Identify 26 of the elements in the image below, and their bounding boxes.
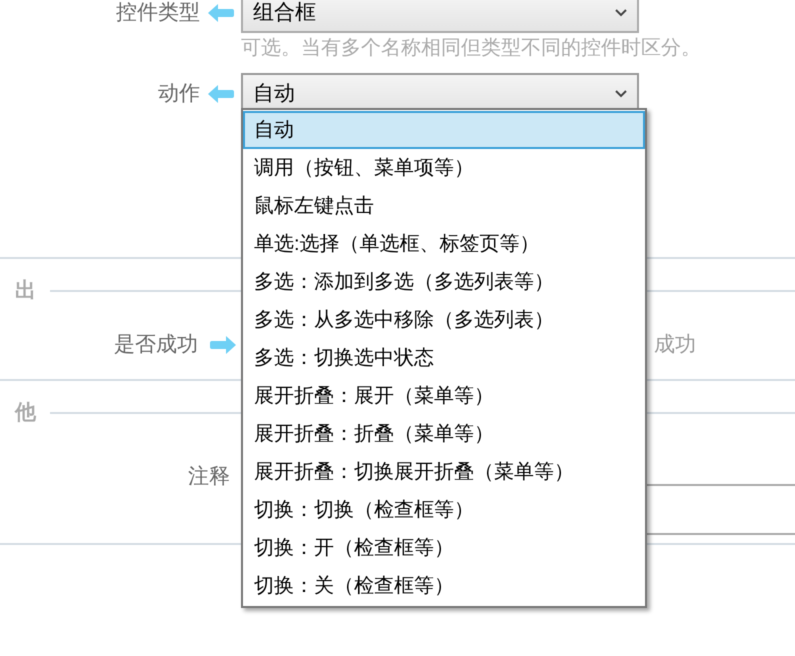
dropdown-option[interactable]: 展开折叠：折叠（菜单等） bbox=[243, 415, 645, 453]
dropdown-option[interactable]: 切换：关（检查框等） bbox=[243, 567, 645, 605]
field-label: 注释 bbox=[187, 464, 230, 490]
hint-text: 可选。当有多个名称相同但类型不同的控件时区分。 bbox=[241, 36, 702, 61]
dropdown-option[interactable]: 展开折叠：展开（菜单等） bbox=[243, 377, 645, 415]
arrow-left-icon bbox=[208, 3, 234, 23]
dropdown-option[interactable]: 调用（按钮、菜单项等） bbox=[243, 149, 645, 187]
dropdown-option[interactable]: 单选:选择（单选框、标签页等） bbox=[243, 225, 645, 263]
chevron-down-icon bbox=[615, 9, 627, 17]
field-label: 是否成功 bbox=[113, 332, 198, 358]
dropdown-option[interactable]: 多选：从多选中移除（多选列表） bbox=[243, 301, 645, 339]
field-label: 控件类型 bbox=[115, 0, 200, 26]
dropdown-option[interactable]: 切换：开（检查框等） bbox=[243, 529, 645, 567]
section-title: 出 bbox=[14, 278, 36, 304]
arrow-right-icon bbox=[210, 335, 236, 355]
dropdown-option[interactable]: 自动 bbox=[243, 111, 645, 149]
arrow-left-icon bbox=[208, 84, 234, 104]
dropdown-option[interactable]: 切换：切换（检查框等） bbox=[243, 491, 645, 529]
dropdown-option[interactable]: 多选：添加到多选（多选列表等） bbox=[243, 263, 645, 301]
field-label: 动作 bbox=[157, 81, 200, 108]
dropdown-option[interactable]: 鼠标左键点击 bbox=[243, 187, 645, 225]
control-type-dropdown[interactable]: 组合框 bbox=[241, 0, 639, 33]
dropdown-option[interactable]: 多选：切换选中状态 bbox=[243, 339, 645, 377]
chevron-down-icon bbox=[615, 90, 627, 98]
section-title: 他 bbox=[14, 400, 36, 426]
dropdown-option[interactable]: 展开折叠：切换展开折叠（菜单等） bbox=[243, 453, 645, 491]
